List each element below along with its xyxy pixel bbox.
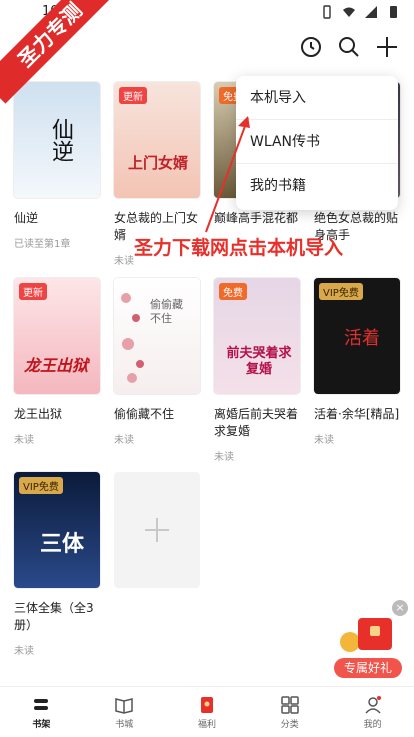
vibrate-icon xyxy=(323,5,331,19)
gift-box-icon xyxy=(340,618,392,652)
book-title: 仙逆 xyxy=(14,211,39,225)
book-cover[interactable]: 仙逆 xyxy=(14,82,100,198)
book-cover[interactable]: 更新 龙王出狱 xyxy=(14,278,100,394)
book-item[interactable]: 免费 前夫哭着求复婚 离婚后前夫哭着求复婚 未读 xyxy=(214,278,302,463)
book-item[interactable]: 仙逆 仙逆 已读至第1章 xyxy=(14,82,102,250)
book-item[interactable]: 偷偷藏不住 偷偷藏不住 未读 xyxy=(114,278,202,446)
vip-free-badge: VIP免费 xyxy=(19,477,63,494)
book-title: 活着·余华[精品] xyxy=(314,407,400,421)
book-title: 巅峰高手混花都 xyxy=(214,211,299,225)
add-book-slot[interactable] xyxy=(114,472,202,588)
book-item[interactable]: VIP免费 三体 三体全集（全3册） 未读 xyxy=(14,472,102,657)
vip-free-badge: VIP免费 xyxy=(319,283,363,300)
book-title: 偷偷藏不住 xyxy=(114,407,175,421)
bookshelf-icon xyxy=(34,698,49,710)
tab-category[interactable]: 分类 xyxy=(248,687,331,737)
cover-title: 仙逆 xyxy=(48,118,73,162)
book-title: 龙王出狱 xyxy=(14,407,63,421)
tab-bookstore[interactable]: 书城 xyxy=(83,687,166,737)
cover-title: 上门女婿 xyxy=(128,154,189,172)
gift-promo[interactable]: 专属好礼 xyxy=(334,612,404,678)
tab-bookshelf[interactable]: 书架 xyxy=(0,687,83,737)
book-cover[interactable]: VIP免费 三体 xyxy=(14,472,100,588)
close-icon[interactable]: × xyxy=(392,600,408,616)
book-status: 未读 xyxy=(314,435,334,446)
tab-label: 我的 xyxy=(363,719,382,730)
tab-welfare[interactable]: 福利 xyxy=(166,687,249,737)
cover-title: 前夫哭着求复婚 xyxy=(226,346,292,377)
tab-profile[interactable]: 我的 xyxy=(331,687,414,737)
tab-label: 福利 xyxy=(197,719,216,730)
book-status: 未读 xyxy=(114,435,134,446)
user-icon xyxy=(365,695,381,714)
add-icon[interactable] xyxy=(374,34,400,60)
tab-label: 书架 xyxy=(32,719,51,730)
search-icon[interactable] xyxy=(336,34,362,60)
book-status: 未读 xyxy=(14,435,34,446)
free-badge: 免费 xyxy=(219,283,247,300)
book-status: 已读至第1章 xyxy=(14,239,71,250)
book-cover[interactable]: VIP免费 活着 xyxy=(314,278,400,394)
menu-item-wlan-transfer[interactable]: WLAN传书 xyxy=(236,120,398,164)
red-envelope-icon xyxy=(200,696,213,713)
book-status: 未读 xyxy=(14,646,34,657)
cover-title: 活着 xyxy=(344,328,380,349)
gift-label: 专属好礼 xyxy=(334,658,402,678)
wifi-icon xyxy=(343,7,355,17)
bottom-nav: 书架 书城 福利 分类 我的 xyxy=(0,686,414,737)
cover-title: 三体 xyxy=(40,532,85,557)
bookshelf-screen: 10: 圣力专测 分钟 仙逆 仙逆 xyxy=(0,0,414,737)
book-cover[interactable]: 更新 上门女婿 xyxy=(114,82,200,198)
grid-icon xyxy=(281,695,299,714)
update-badge: 更新 xyxy=(19,283,47,300)
plus-icon xyxy=(145,518,169,542)
book-status: 未读 xyxy=(214,452,234,463)
cover-title: 龙王出狱 xyxy=(24,356,89,375)
menu-item-local-import[interactable]: 本机导入 xyxy=(236,76,398,120)
book-cover[interactable]: 偷偷藏不住 xyxy=(114,278,200,394)
battery-icon xyxy=(390,6,397,18)
book-item[interactable]: VIP免费 活着 活着·余华[精品] 未读 xyxy=(314,278,402,446)
tab-label: 分类 xyxy=(280,719,299,730)
status-icons xyxy=(320,5,400,19)
annotation-text: 圣力下载网点击本机导入 xyxy=(134,237,344,259)
history-icon[interactable] xyxy=(298,34,324,60)
book-item[interactable]: 更新 龙王出狱 龙王出狱 未读 xyxy=(14,278,102,446)
menu-item-my-books[interactable]: 我的书籍 xyxy=(236,164,398,208)
import-menu: 本机导入 WLAN传书 我的书籍 xyxy=(236,76,398,210)
book-title: 三体全集（全3册） xyxy=(14,601,94,632)
plum-blossom-art xyxy=(121,293,144,383)
add-book-button[interactable] xyxy=(114,472,200,588)
book-title: 离婚后前夫哭着求复婚 xyxy=(214,407,299,438)
tab-label: 书城 xyxy=(115,719,134,730)
cover-title: 偷偷藏不住 xyxy=(150,298,183,325)
signal-icon xyxy=(365,6,377,18)
update-badge: 更新 xyxy=(119,87,147,104)
book-cover[interactable]: 免费 前夫哭着求复婚 xyxy=(214,278,300,394)
book-open-icon xyxy=(115,697,133,714)
